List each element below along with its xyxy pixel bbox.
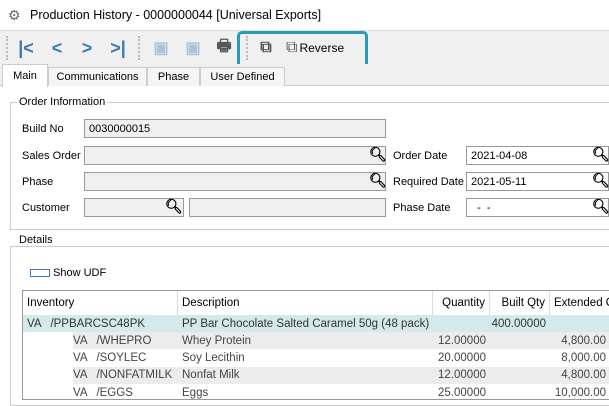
details-grid: Inventory Description Quantity Built Qty… [22,290,609,400]
phase-label: Phase [22,176,54,188]
show-udf-label: Show UDF [53,267,107,279]
cell-quantity [433,315,490,332]
order-date-picker-icon[interactable]: 🔍︎ [592,146,609,163]
table-row[interactable]: VA /SOYLEC Soy Lecithin 20.00000 8,000.00 [23,349,609,367]
cell-inventory: VA /SOYLEC [73,349,178,367]
table-row[interactable]: VA /NONFATMILK Nonfat Milk 12.00000 4,800.0… [23,366,609,384]
sales-order-field[interactable] [84,146,386,165]
cell-description: Eggs [178,384,433,399]
table-row[interactable]: VA /WHEPRO Whey Protein 12.00000 4,800.00 [23,332,609,350]
column-header-quantity[interactable]: Quantity [433,291,490,315]
required-date-picker-icon[interactable]: 🔍︎ [592,172,609,189]
column-header-extended-cost[interactable]: Extended Cost [550,291,609,315]
phase-date-field[interactable]: - - [466,198,609,217]
phase-search-icon[interactable]: 🔍︎ [369,172,387,189]
cell-inventory: VA /EGGS [73,384,178,399]
grid-header: Inventory Description Quantity Built Qty… [23,291,609,315]
order-date-field[interactable]: 2021-04-08 [466,146,609,165]
order-date-label: Order Date [393,150,448,162]
show-udf-button[interactable]: Show UDF [30,267,106,279]
phase-field[interactable] [84,172,386,191]
cell-quantity: 20.00000 [433,349,490,367]
column-header-built-qty[interactable]: Built Qty [490,291,550,315]
cell-description: Nonfat Milk [178,366,433,384]
cell-extended: 8,000.00 [550,349,609,367]
cell-extended: 10,000.00 [550,384,609,399]
cell-inventory: VA /WHEPRO [73,332,178,350]
tab-communications[interactable]: Communications [48,67,147,86]
sales-order-search-icon[interactable]: 🔍︎ [369,146,387,163]
column-header-inventory[interactable]: Inventory [23,291,178,315]
cell-description: Soy Lecithin [178,349,433,367]
save-close-icon[interactable]: ▣ [182,36,204,60]
first-record-button[interactable]: |< [14,36,38,60]
toolbar-grip[interactable] [6,36,8,60]
tab-phase[interactable]: Phase [147,67,200,86]
required-date-label: Required Date [393,176,464,188]
cell-inventory: VA /PPBARCSC48PK [23,315,178,332]
previous-record-button[interactable]: < [46,36,68,60]
phase-date-label: Phase Date [393,202,451,214]
cell-quantity: 12.00000 [433,332,490,350]
details-label: Details [17,234,55,246]
cell-built: 400.00000 [490,315,550,332]
last-record-button[interactable]: >| [106,36,130,60]
cell-built [490,366,550,384]
cell-inventory: VA /NONFATMILK [73,366,178,384]
cell-quantity: 25.00000 [433,384,490,399]
cell-extended: 4,800.00 [550,366,609,384]
sales-order-label: Sales Order [22,150,81,162]
cell-description: PP Bar Chocolate Salted Caramel 50g (48 … [178,315,433,332]
build-no-field[interactable]: 0030000015 [84,119,386,138]
required-date-field[interactable]: 2021-05-11 [466,172,609,191]
print-icon[interactable]: 🖶 [212,36,236,60]
customer-label: Customer [22,202,70,214]
table-row[interactable]: VA /EGGS Eggs 25.00000 10,000.00 [23,384,609,399]
tab-bar: Main Communications Phase User Defined [0,64,609,87]
tab-user-defined[interactable]: User Defined [200,67,285,86]
save-icon[interactable]: ▣ [150,36,172,60]
column-header-description[interactable]: Description [178,291,433,315]
phase-date-picker-icon[interactable]: 🔍︎ [592,198,609,215]
cell-built [490,384,550,399]
cell-description: Whey Protein [178,332,433,350]
title-bar: ⚙ Production History - 0000000044 [Unive… [0,0,609,30]
cell-built [490,349,550,367]
cell-built [490,332,550,350]
tab-main[interactable]: Main [2,64,48,87]
udf-toggle-icon [30,269,50,277]
toolbar-separator [138,36,140,60]
next-record-button[interactable]: > [76,36,98,60]
cell-extended: 4,800.00 [550,332,609,350]
cell-quantity: 12.00000 [433,366,490,384]
customer-name-field[interactable] [189,198,386,217]
customer-search-icon[interactable]: 🔍︎ [165,198,183,215]
order-information-label: Order Information [17,96,108,108]
app-gear-icon: ⚙ [8,7,21,23]
window-title: Production History - 0000000044 [Univers… [30,8,322,22]
cell-extended [550,315,609,332]
build-no-label: Build No [22,123,64,135]
table-row-parent[interactable]: VA /PPBARCSC48PK PP Bar Chocolate Salted … [23,315,609,332]
